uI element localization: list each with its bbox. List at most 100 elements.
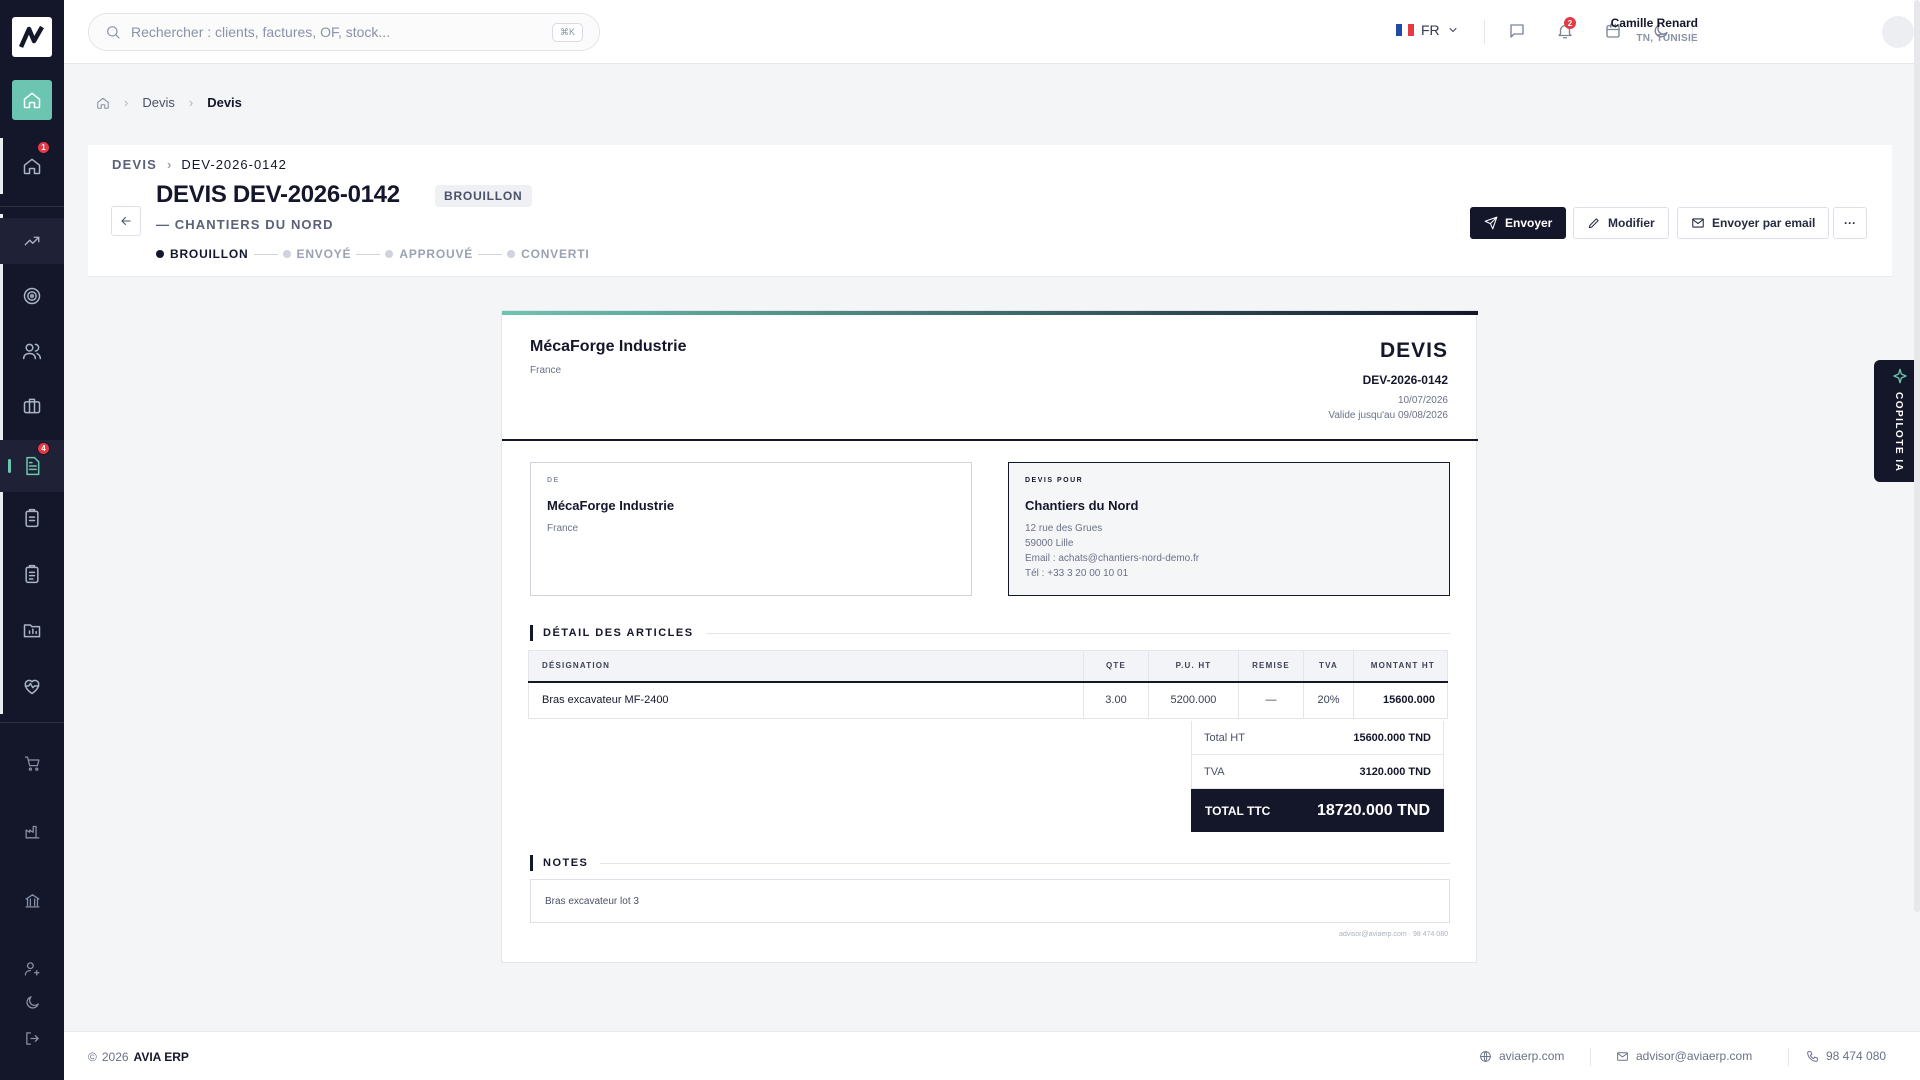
more-button[interactable]: ···	[1833, 207, 1867, 239]
sidebar-item-dashboard[interactable]	[12, 80, 52, 120]
notifications-button[interactable]: 2	[1556, 17, 1576, 40]
sub-breadcrumb-ref: DEV-2026-0142	[181, 157, 287, 172]
search-input[interactable]: Rechercher : clients, factures, OF, stoc…	[88, 13, 600, 51]
quote-header: DEVIS › DEV-2026-0142 DEVIS DEV-2026-014…	[88, 145, 1892, 277]
language-selector[interactable]: FR	[1396, 22, 1459, 38]
back-button[interactable]	[111, 206, 141, 236]
sidebar-item-user-settings[interactable]	[0, 950, 64, 986]
cell-pu: 5200.000	[1148, 681, 1239, 719]
footer-email-link[interactable]: advisor@aviaerp.com	[1616, 1049, 1752, 1063]
to-name: Chantiers du Nord	[1025, 498, 1139, 513]
sidebar-item-reports[interactable]	[0, 612, 64, 648]
sub-breadcrumb-section[interactable]: DEVIS	[112, 157, 157, 172]
to-address: 12 rue des Grues	[1025, 523, 1103, 534]
company-name: MécaForge Industrie	[530, 338, 687, 355]
cart-icon	[24, 755, 40, 771]
to-box: DEVIS POUR Chantiers du Nord 12 rue des …	[1008, 462, 1450, 596]
notification-badge: 1	[37, 141, 50, 154]
messages-button[interactable]	[1508, 22, 1526, 40]
breadcrumb-separator: ›	[124, 95, 129, 110]
sidebar-item-orders[interactable]	[0, 500, 64, 536]
clipboard-icon	[25, 508, 39, 528]
column-header: P.U. HT	[1148, 650, 1239, 683]
copilot-label: COPILOTE IA	[1893, 392, 1904, 473]
document-type: DEVIS	[1379, 339, 1448, 362]
users-icon	[22, 343, 42, 360]
mail-icon	[1692, 218, 1704, 228]
copyright-icon: ©	[88, 1050, 97, 1064]
from-box: DE MécaForge Industrie France	[530, 462, 972, 596]
total-ht-row: Total HT 15600.000 TND	[1191, 721, 1444, 755]
notes-section-title: NOTES	[530, 855, 1450, 871]
breadcrumb-item[interactable]: Devis	[142, 95, 175, 110]
items-section-title: DÉTAIL DES ARTICLES	[530, 625, 1450, 641]
home-icon	[23, 92, 41, 109]
page-title: DEVIS DEV-2026-0142	[156, 181, 400, 208]
sidebar-item-sales[interactable]	[0, 218, 64, 264]
language-label: FR	[1421, 22, 1440, 38]
clipboard-list-icon	[25, 564, 39, 584]
user-cog-icon	[24, 961, 40, 976]
column-header: REMISE	[1238, 650, 1304, 683]
to-city: 59000 Lille	[1025, 538, 1074, 549]
footer-phone-link[interactable]: 98 474 080	[1806, 1049, 1886, 1063]
sidebar-item-theme[interactable]	[0, 984, 64, 1020]
sidebar-item-invoices[interactable]	[0, 556, 64, 592]
phone-icon	[1807, 1050, 1818, 1062]
sidebar-item-logout[interactable]	[0, 1020, 64, 1056]
from-label: DE	[547, 477, 560, 484]
to-phone: Tél : +33 3 20 00 10 01	[1025, 568, 1129, 579]
table-header: DÉSIGNATION QTE P.U. HT REMISE TVA MONTA…	[528, 650, 1448, 683]
sidebar: 1 4	[0, 0, 64, 1080]
status-stepper: BROUILLON ENVOYÉ APPROUVÉ CONVERTI	[156, 247, 590, 261]
sidebar-item-stock[interactable]	[0, 813, 64, 849]
tva-value: 3120.000 TND	[1359, 765, 1431, 778]
document-icon	[26, 456, 40, 476]
column-header: TVA	[1303, 650, 1354, 683]
avatar[interactable]	[1882, 16, 1914, 48]
scrollbar[interactable]	[1914, 0, 1920, 912]
breadcrumb-separator: ›	[167, 157, 172, 172]
send-button[interactable]: Envoyer	[1470, 207, 1567, 239]
column-header: QTE	[1083, 650, 1149, 683]
logout-icon	[25, 1031, 39, 1045]
globe-icon	[1480, 1050, 1491, 1062]
tva-label: TVA	[1204, 765, 1225, 778]
arrow-left-icon	[121, 216, 131, 226]
target-icon	[23, 287, 41, 305]
copyright: © 2026 AVIA ERP	[88, 1050, 189, 1064]
sidebar-item-portfolio[interactable]	[0, 388, 64, 424]
app-logo[interactable]	[12, 17, 52, 57]
sidebar-item-finance[interactable]	[0, 882, 64, 918]
email-button[interactable]: Envoyer par email	[1677, 207, 1830, 239]
cell-designation: Bras excavateur MF-2400	[528, 681, 1084, 719]
footer-website-link[interactable]: aviaerp.com	[1479, 1049, 1564, 1063]
bank-icon	[24, 893, 40, 908]
home-icon[interactable]	[96, 96, 110, 110]
step-draft: BROUILLON	[156, 247, 249, 261]
chevron-down-icon	[1449, 28, 1457, 32]
folder-chart-icon	[23, 624, 41, 638]
sidebar-item-targets[interactable]	[0, 278, 64, 314]
sidebar-item-clients[interactable]	[0, 333, 64, 369]
sidebar-item-home[interactable]: 1	[0, 141, 64, 184]
column-header: DÉSIGNATION	[528, 650, 1084, 683]
user-menu[interactable]: Camille Renard TN, TUNISIE	[1611, 16, 1698, 44]
user-name: Camille Renard	[1610, 16, 1698, 30]
sidebar-item-devis[interactable]: 4	[0, 440, 64, 492]
document-date: 10/07/2026	[1397, 395, 1448, 406]
trending-up-icon	[24, 236, 40, 246]
step-sent: ENVOYÉ	[282, 247, 352, 261]
breadcrumb: › Devis › Devis	[96, 95, 242, 110]
step-converted: CONVERTI	[507, 247, 589, 261]
sidebar-item-purchases[interactable]	[0, 745, 64, 781]
shortcut-hint: ⌘K	[551, 22, 583, 42]
edit-button[interactable]: Modifier	[1573, 207, 1669, 239]
flag-fr-icon	[1396, 24, 1414, 36]
from-country: France	[547, 523, 579, 534]
mail-icon	[1617, 1051, 1628, 1061]
document-footer: advisor@aviaerp.com · 98 474 080	[1338, 931, 1448, 938]
total-ttc-value: 18720.000 TND	[1317, 801, 1430, 819]
from-name: MécaForge Industrie	[547, 498, 675, 513]
sidebar-item-health[interactable]	[0, 668, 64, 704]
